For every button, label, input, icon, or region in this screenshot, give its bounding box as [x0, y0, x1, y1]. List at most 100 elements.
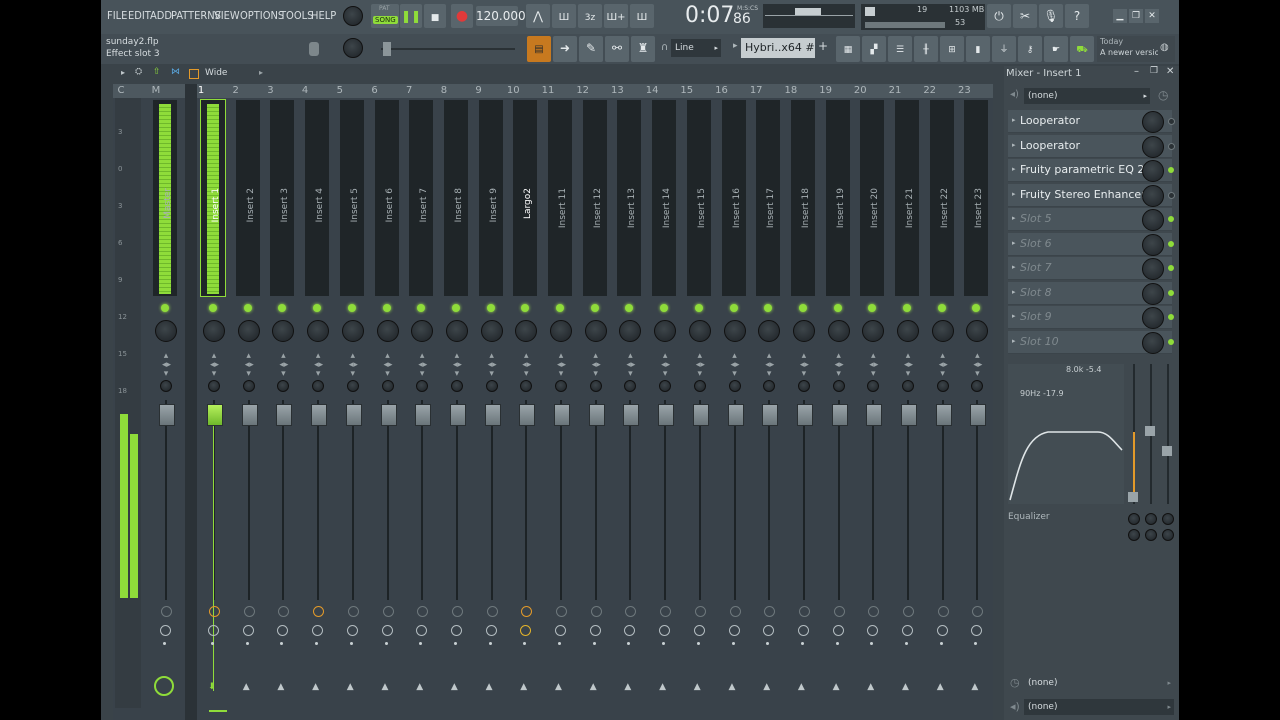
volume-fader-handle[interactable]: [831, 404, 848, 426]
strip-name[interactable]: Insert 4: [315, 188, 325, 298]
master-volume-knob[interactable]: [343, 6, 363, 26]
slot-enable-led[interactable]: [1168, 240, 1174, 247]
send-arrow-icon[interactable]: ▲: [347, 682, 354, 692]
mixer-strip[interactable]: Insert 9 ▴ ◂▸ ▾ ▲: [475, 98, 509, 720]
mixer-strip[interactable]: Insert 18 ▴ ◂▸ ▾ ▲: [787, 98, 821, 720]
latency-clock-icon[interactable]: ◷: [1158, 88, 1168, 102]
stereo-knob[interactable]: [728, 380, 741, 392]
mixer-options-icon[interactable]: ⛭: [135, 67, 142, 77]
add-plugin-button[interactable]: +: [818, 39, 828, 53]
record-arm-icon[interactable]: [450, 625, 462, 636]
stereo-separation-control[interactable]: ▴ ◂▸ ▾: [210, 352, 219, 379]
volume-fader-handle[interactable]: [345, 404, 362, 426]
stop-button[interactable]: ■: [424, 4, 446, 28]
metronome-button[interactable]: ⋀: [526, 4, 550, 28]
volume-fader-track[interactable]: [165, 400, 167, 600]
pan-knob[interactable]: [155, 320, 177, 342]
link-tool-button[interactable]: ⚯: [605, 36, 629, 62]
stereo-knob[interactable]: [381, 380, 394, 392]
stereo-knob[interactable]: [160, 380, 172, 392]
route-icon[interactable]: [382, 606, 394, 617]
volume-fader-track[interactable]: [664, 400, 667, 600]
slot-plugin-name[interactable]: Slot 5: [1020, 212, 1052, 225]
volume-fader-handle[interactable]: [484, 404, 501, 426]
mixer-strip[interactable]: Insert 22 ▴ ◂▸ ▾ ▲: [926, 98, 960, 720]
send-arrow-icon[interactable]: ▲: [694, 682, 701, 692]
volume-fader-handle[interactable]: [970, 404, 987, 426]
stereo-knob[interactable]: [520, 380, 533, 392]
pan-knob[interactable]: [931, 320, 954, 342]
slot-mix-knob[interactable]: [1142, 331, 1164, 354]
stereo-separation-control[interactable]: ▴ ◂▸ ▾: [418, 352, 427, 379]
stereo-separation-control[interactable]: ▴ ◂▸ ▾: [869, 352, 878, 379]
pan-knob[interactable]: [203, 320, 225, 342]
stereo-knob[interactable]: [450, 380, 463, 392]
strip-name[interactable]: Largo2: [523, 188, 533, 298]
volume-fader-handle[interactable]: [901, 404, 917, 426]
strip-name[interactable]: Master: [163, 188, 173, 298]
menu-tools[interactable]: TOOLS: [280, 9, 313, 22]
slot-enable-led[interactable]: [1168, 216, 1174, 222]
effect-slot[interactable]: ▸ Fruity Stereo Enhancer: [1008, 183, 1175, 207]
send-arrow-icon[interactable]: ▲: [902, 682, 909, 692]
strip-enable-led[interactable]: [833, 304, 842, 312]
volume-fader-handle[interactable]: [449, 404, 466, 426]
mixer-strip[interactable]: Insert 13 ▴ ◂▸ ▾ ▲: [613, 98, 647, 720]
route-icon[interactable]: [625, 606, 637, 617]
route-icon[interactable]: [521, 606, 533, 617]
slot-mix-knob[interactable]: [1142, 160, 1164, 182]
send-arrow-icon[interactable]: ▲: [243, 682, 250, 692]
effect-slot[interactable]: ▸ Slot 8: [1008, 281, 1174, 305]
send-arrow-icon[interactable]: ▲: [729, 682, 736, 692]
strip-name[interactable]: Insert 12: [593, 188, 603, 298]
mixer-strip[interactable]: Insert 19 ▴ ◂▸ ▾ ▲: [822, 98, 856, 720]
stereo-knob[interactable]: [797, 380, 810, 392]
stereo-separation-control[interactable]: ▴ ◂▸ ▾: [349, 352, 358, 379]
strip-enable-led[interactable]: [161, 304, 169, 312]
send-arrow-icon[interactable]: ▲: [382, 682, 389, 692]
strip-enable-led[interactable]: [451, 304, 460, 312]
effect-slot[interactable]: ▸ Fruity parametric EQ 2: [1008, 159, 1174, 182]
record-arm-icon[interactable]: [797, 625, 809, 636]
strip-enable-led[interactable]: [347, 304, 356, 312]
volume-fader-track[interactable]: [594, 400, 597, 600]
route-icon[interactable]: [486, 606, 498, 617]
record-arm-icon[interactable]: [160, 625, 171, 636]
volume-fader-handle[interactable]: [554, 404, 570, 426]
cut-tool-button[interactable]: ✂: [1013, 4, 1037, 28]
loop-record-button[interactable]: Ш: [630, 4, 654, 28]
mixer-strip[interactable]: Insert 16 ▴ ◂▸ ▾ ▲: [718, 98, 752, 720]
slot-plugin-name[interactable]: Fruity parametric EQ 2: [1020, 163, 1144, 176]
stereo-knob[interactable]: [971, 380, 984, 392]
countdown-button[interactable]: 3z: [578, 4, 602, 28]
strip-name[interactable]: Insert 3: [280, 188, 290, 298]
stereo-knob[interactable]: [277, 380, 290, 392]
pan-knob[interactable]: [341, 320, 364, 342]
slot-mix-knob[interactable]: [1142, 135, 1164, 158]
wait-record-button[interactable]: Ш: [552, 4, 576, 28]
stereo-separation-control[interactable]: ▴ ◂▸ ▾: [522, 352, 531, 379]
mixer-strip[interactable]: Insert 8 ▴ ◂▸ ▾ ▲: [440, 98, 474, 720]
route-icon[interactable]: [660, 606, 672, 617]
mixer-strip[interactable]: Insert 12 ▴ ◂▸ ▾ ▲: [579, 98, 613, 720]
record-arm-icon[interactable]: [936, 625, 948, 636]
route-icon[interactable]: [243, 606, 255, 617]
volume-fader-track[interactable]: [976, 400, 979, 600]
record-arm-icon[interactable]: [902, 625, 913, 636]
slot-mix-knob[interactable]: [1142, 282, 1164, 305]
send-arrow-icon[interactable]: ▲: [520, 682, 527, 692]
slot-enable-led[interactable]: [1168, 118, 1175, 125]
panel-minimize-icon[interactable]: –: [1134, 66, 1139, 77]
mix-fader-handle-3[interactable]: [1162, 446, 1172, 456]
volume-fader-handle[interactable]: [311, 404, 328, 426]
slot-menu-arrow-icon[interactable]: ▸: [1012, 288, 1016, 296]
strip-name[interactable]: Insert 6: [385, 188, 395, 298]
slot-menu-arrow-icon[interactable]: ▸: [1012, 141, 1016, 149]
strip-name[interactable]: Insert 19: [836, 188, 846, 298]
send-arrow-icon[interactable]: ▲: [416, 682, 423, 692]
mixer-strip[interactable]: Insert 11 ▴ ◂▸ ▾ ▲: [544, 98, 578, 720]
position-slider-handle[interactable]: [383, 42, 391, 56]
record-arm-icon[interactable]: [624, 625, 636, 636]
output-select-1[interactable]: (none) ▸: [1024, 675, 1174, 691]
volume-fader-handle[interactable]: [692, 404, 709, 426]
